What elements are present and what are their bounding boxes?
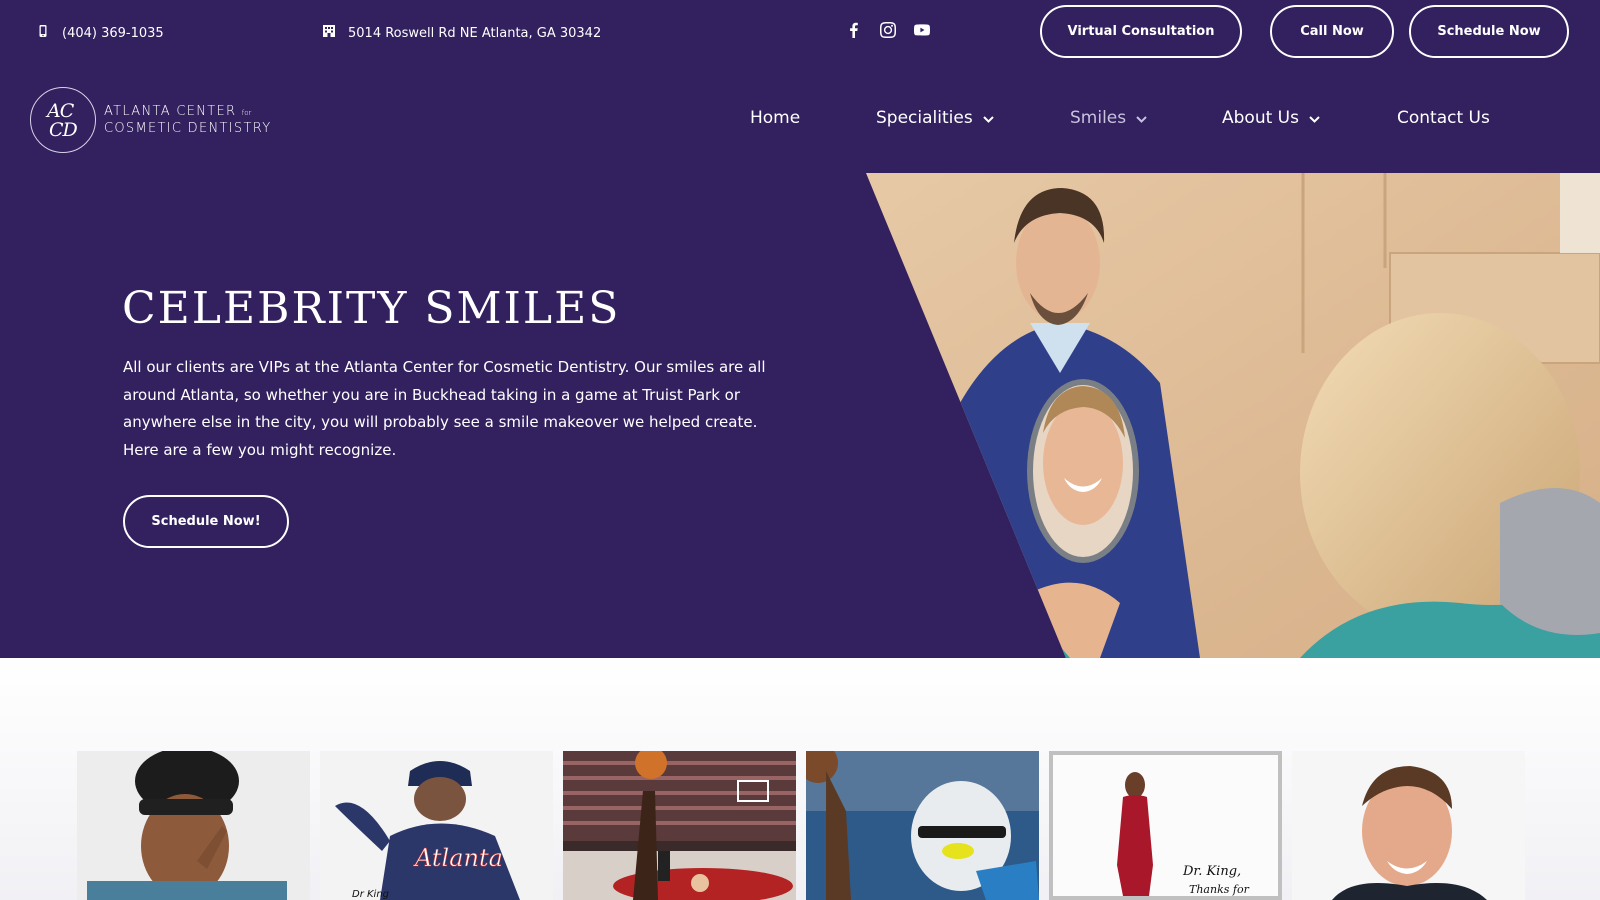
svg-text:Dr. King,: Dr. King,: [1182, 864, 1241, 879]
phone-number: (404) 369-1035: [62, 25, 164, 41]
virtual-consultation-label: Virtual Consultation: [1067, 24, 1215, 39]
facebook-icon[interactable]: [846, 22, 862, 38]
nav-label-home: Home: [750, 108, 801, 128]
nav-label-smiles: Smiles: [1070, 108, 1127, 128]
nav-item-specialities[interactable]: Specialities: [876, 108, 994, 128]
gallery-card-man-with-headband[interactable]: [77, 751, 310, 900]
logo-monogram: AC CD: [30, 87, 96, 153]
nav-item-smiles[interactable]: Smiles: [1070, 108, 1147, 128]
gallery-card-smiling-man[interactable]: [1292, 751, 1525, 900]
virtual-consultation-button[interactable]: Virtual Consultation: [1040, 5, 1242, 58]
svg-text:Atlanta: Atlanta: [413, 844, 503, 872]
site-logo[interactable]: AC CD ATLANTA CENTER for COSMETIC DENTIS…: [30, 87, 271, 153]
gallery-card-atlanta-pitcher[interactable]: Atlanta Dr King: [320, 751, 553, 900]
logo-name-line1: ATLANTA CENTER: [104, 104, 237, 119]
social-links: [846, 22, 930, 38]
youtube-icon[interactable]: [914, 22, 930, 38]
celebrity-photo: [806, 751, 1039, 900]
celebrity-photo: Atlanta Dr King: [320, 751, 553, 900]
chevron-down-icon: [1136, 108, 1147, 128]
hero-description: All our clients are VIPs at the Atlanta …: [123, 358, 766, 459]
nav-label-specialities: Specialities: [876, 108, 973, 128]
nav-label-contact-us: Contact Us: [1397, 108, 1490, 128]
gallery-card-basketball-player[interactable]: [563, 751, 796, 900]
call-now-label: Call Now: [1300, 24, 1364, 39]
address-text: 5014 Roswell Rd NE Atlanta, GA 30342: [348, 25, 602, 41]
call-now-button[interactable]: Call Now: [1270, 5, 1394, 58]
svg-text:Thanks for: Thanks for: [1189, 883, 1250, 896]
chevron-down-icon: [1309, 108, 1320, 128]
schedule-now-hero-button[interactable]: Schedule Now!: [123, 495, 289, 548]
nav-item-contact-us[interactable]: Contact Us: [1397, 108, 1490, 128]
celebrity-photo: [1292, 751, 1525, 900]
logo-name-line2: COSMETIC DENTISTRY: [104, 121, 272, 136]
celebrity-photo: [563, 751, 796, 900]
mobile-phone-icon: [36, 24, 50, 42]
nav-item-about-us[interactable]: About Us: [1222, 108, 1320, 128]
celebrity-photo: Dr. King, Thanks for: [1053, 755, 1278, 896]
schedule-now-hero-label: Schedule Now!: [151, 514, 261, 529]
logo-wordmark: ATLANTA CENTER for COSMETIC DENTISTRY: [104, 104, 271, 136]
schedule-now-button[interactable]: Schedule Now: [1409, 5, 1569, 58]
chevron-down-icon: [982, 108, 994, 128]
logo-monogram-bottom: CD: [49, 119, 78, 141]
nav-label-about-us: About Us: [1222, 108, 1299, 128]
nav-item-home[interactable]: Home: [750, 108, 800, 128]
top-bar: (404) 369-1035 5014 Roswell Rd NE Atlant…: [0, 0, 1600, 66]
schedule-now-label: Schedule Now: [1437, 24, 1541, 39]
svg-text:Dr King: Dr King: [352, 889, 389, 900]
page-title: CELEBRITY SMILES: [122, 283, 621, 334]
gallery-card-football-player[interactable]: [806, 751, 1039, 900]
building-icon: [322, 24, 336, 42]
logo-name-suffix: for: [241, 109, 252, 117]
phone-link[interactable]: (404) 369-1035: [36, 24, 164, 42]
gallery-card-woman-red-dress[interactable]: Dr. King, Thanks for: [1049, 751, 1282, 900]
address-link[interactable]: 5014 Roswell Rd NE Atlanta, GA 30342: [322, 24, 601, 42]
celebrity-photo: [77, 751, 310, 900]
instagram-icon[interactable]: [880, 22, 896, 38]
